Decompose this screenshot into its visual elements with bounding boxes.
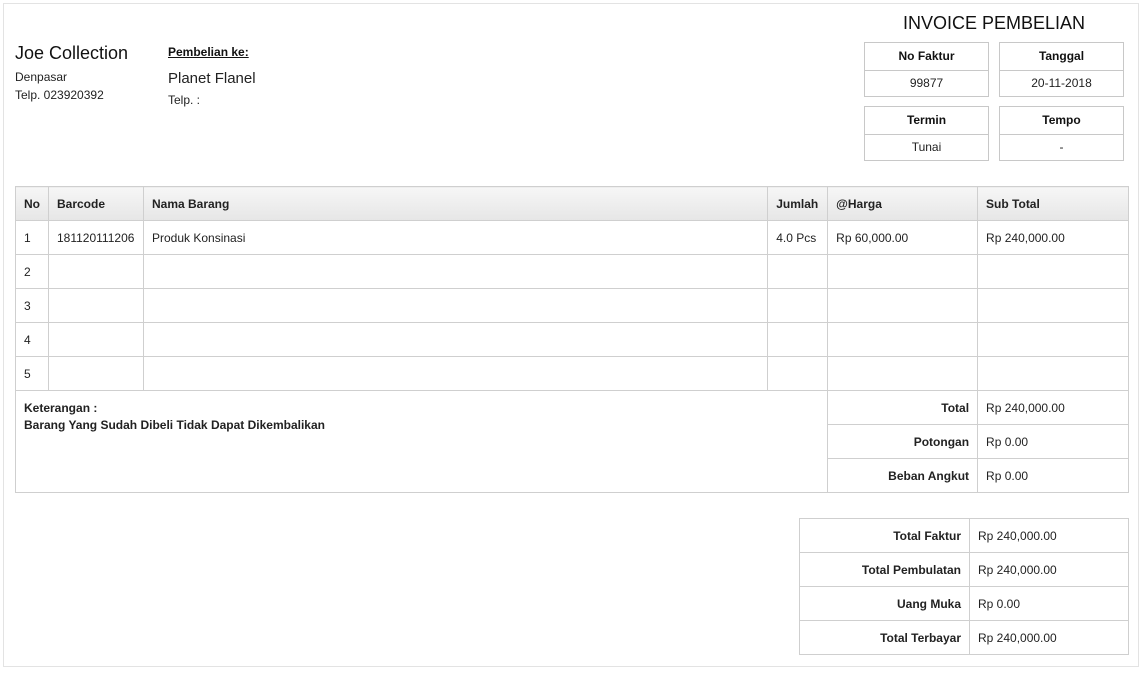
total-pembulatan-value: Rp 240,000.00 xyxy=(969,552,1129,587)
cell-no: 2 xyxy=(15,254,49,289)
seller-city: Denpasar xyxy=(15,70,68,84)
cell-harga xyxy=(827,322,979,357)
cell-sub-total xyxy=(977,356,1129,391)
tempo-box: Tempo - xyxy=(999,106,1124,161)
cell-barcode xyxy=(48,356,144,391)
table-row: 4 xyxy=(15,322,1129,357)
totals-row: Keterangan : Barang Yang Sudah Dibeli Ti… xyxy=(14,390,1129,493)
total-faktur-value: Rp 240,000.00 xyxy=(969,518,1129,553)
total-label: Total xyxy=(827,390,979,425)
cell-jumlah xyxy=(767,288,829,323)
cell-barcode xyxy=(48,322,144,357)
cell-nama-barang: Produk Konsinasi xyxy=(142,220,769,255)
col-header-sub-total: Sub Total xyxy=(977,186,1129,221)
cell-sub-total: Rp 240,000.00 xyxy=(977,220,1129,255)
col-header-nama-barang: Nama Barang xyxy=(142,186,769,221)
cell-no: 3 xyxy=(15,288,49,323)
cell-sub-total xyxy=(977,288,1129,323)
items-table: No Barcode Nama Barang Jumlah @Harga Sub… xyxy=(14,186,1129,493)
cell-barcode xyxy=(48,254,144,289)
beban-angkut-value: Rp 0.00 xyxy=(977,458,1129,493)
table-row: 3 xyxy=(15,288,1129,323)
cell-jumlah xyxy=(767,356,829,391)
notes-text: Barang Yang Sudah Dibeli Tidak Dapat Dik… xyxy=(24,418,325,432)
cell-jumlah xyxy=(767,254,829,289)
termin-label: Termin xyxy=(865,107,988,135)
cell-jumlah: 4.0 Pcs xyxy=(767,220,829,255)
termin-value: Tunai xyxy=(911,140,942,154)
cell-barcode xyxy=(48,288,144,323)
tanggal-label: Tanggal xyxy=(1000,43,1123,71)
notes-cell: Keterangan : Barang Yang Sudah Dibeli Ti… xyxy=(14,390,829,493)
col-header-jumlah: Jumlah xyxy=(767,186,829,221)
uang-muka-value: Rp 0.00 xyxy=(969,586,1129,621)
cell-harga: Rp 60,000.00 xyxy=(827,220,979,255)
cell-harga xyxy=(827,254,979,289)
cell-harga xyxy=(827,356,979,391)
cell-no: 5 xyxy=(15,356,49,391)
seller-phone: Telp. 023920392 xyxy=(15,88,104,102)
col-header-no: No xyxy=(15,186,49,221)
tempo-label: Tempo xyxy=(1000,107,1123,135)
cell-barcode: 181120111206 xyxy=(48,220,144,255)
total-faktur-label: Total Faktur xyxy=(799,518,970,553)
buyer-name: Planet Flanel xyxy=(168,70,256,87)
potongan-label: Potongan xyxy=(827,424,979,459)
total-terbayar-value: Rp 240,000.00 xyxy=(969,620,1129,655)
summary-row: Uang Muka Rp 0.00 xyxy=(799,586,1129,621)
cell-no: 1 xyxy=(15,220,49,255)
summary-row: Total Terbayar Rp 240,000.00 xyxy=(799,620,1129,655)
summary-table: Total Faktur Rp 240,000.00 Total Pembula… xyxy=(799,518,1129,655)
tanggal-value: 20-11-2018 xyxy=(1031,76,1092,90)
no-faktur-box: No Faktur 99877 xyxy=(864,42,989,97)
table-row: 2 xyxy=(15,254,1129,289)
buyer-phone: Telp. : xyxy=(168,93,201,107)
tempo-value: - xyxy=(1059,140,1064,154)
notes-label: Keterangan : xyxy=(24,401,98,415)
beban-angkut-label: Beban Angkut xyxy=(827,458,979,493)
uang-muka-label: Uang Muka xyxy=(799,586,970,621)
cell-nama-barang xyxy=(142,254,769,289)
table-header-row: No Barcode Nama Barang Jumlah @Harga Sub… xyxy=(15,186,1129,221)
cell-harga xyxy=(827,288,979,323)
total-terbayar-label: Total Terbayar xyxy=(799,620,970,655)
no-faktur-label: No Faktur xyxy=(865,43,988,71)
col-header-harga: @Harga xyxy=(827,186,979,221)
tanggal-box: Tanggal 20-11-2018 xyxy=(999,42,1124,97)
total-pembulatan-label: Total Pembulatan xyxy=(799,552,970,587)
cell-sub-total xyxy=(977,322,1129,357)
cell-nama-barang xyxy=(142,322,769,357)
buyer-label: Pembelian ke: xyxy=(168,45,249,59)
cell-sub-total xyxy=(977,254,1129,289)
cell-nama-barang xyxy=(142,356,769,391)
table-row: 1 181120111206 Produk Konsinasi 4.0 Pcs … xyxy=(15,220,1129,255)
summary-row: Total Pembulatan Rp 240,000.00 xyxy=(799,552,1129,587)
col-header-barcode: Barcode xyxy=(48,186,144,221)
cell-jumlah xyxy=(767,322,829,357)
potongan-value: Rp 0.00 xyxy=(977,424,1129,459)
table-row: 5 xyxy=(15,356,1129,391)
summary-row: Total Faktur Rp 240,000.00 xyxy=(799,518,1129,553)
invoice-title: INVOICE PEMBELIAN xyxy=(902,13,1086,33)
termin-box: Termin Tunai xyxy=(864,106,989,161)
no-faktur-value: 99877 xyxy=(909,76,944,90)
cell-no: 4 xyxy=(15,322,49,357)
cell-nama-barang xyxy=(142,288,769,323)
total-value: Rp 240,000.00 xyxy=(977,390,1129,425)
seller-name: Joe Collection xyxy=(15,43,129,63)
